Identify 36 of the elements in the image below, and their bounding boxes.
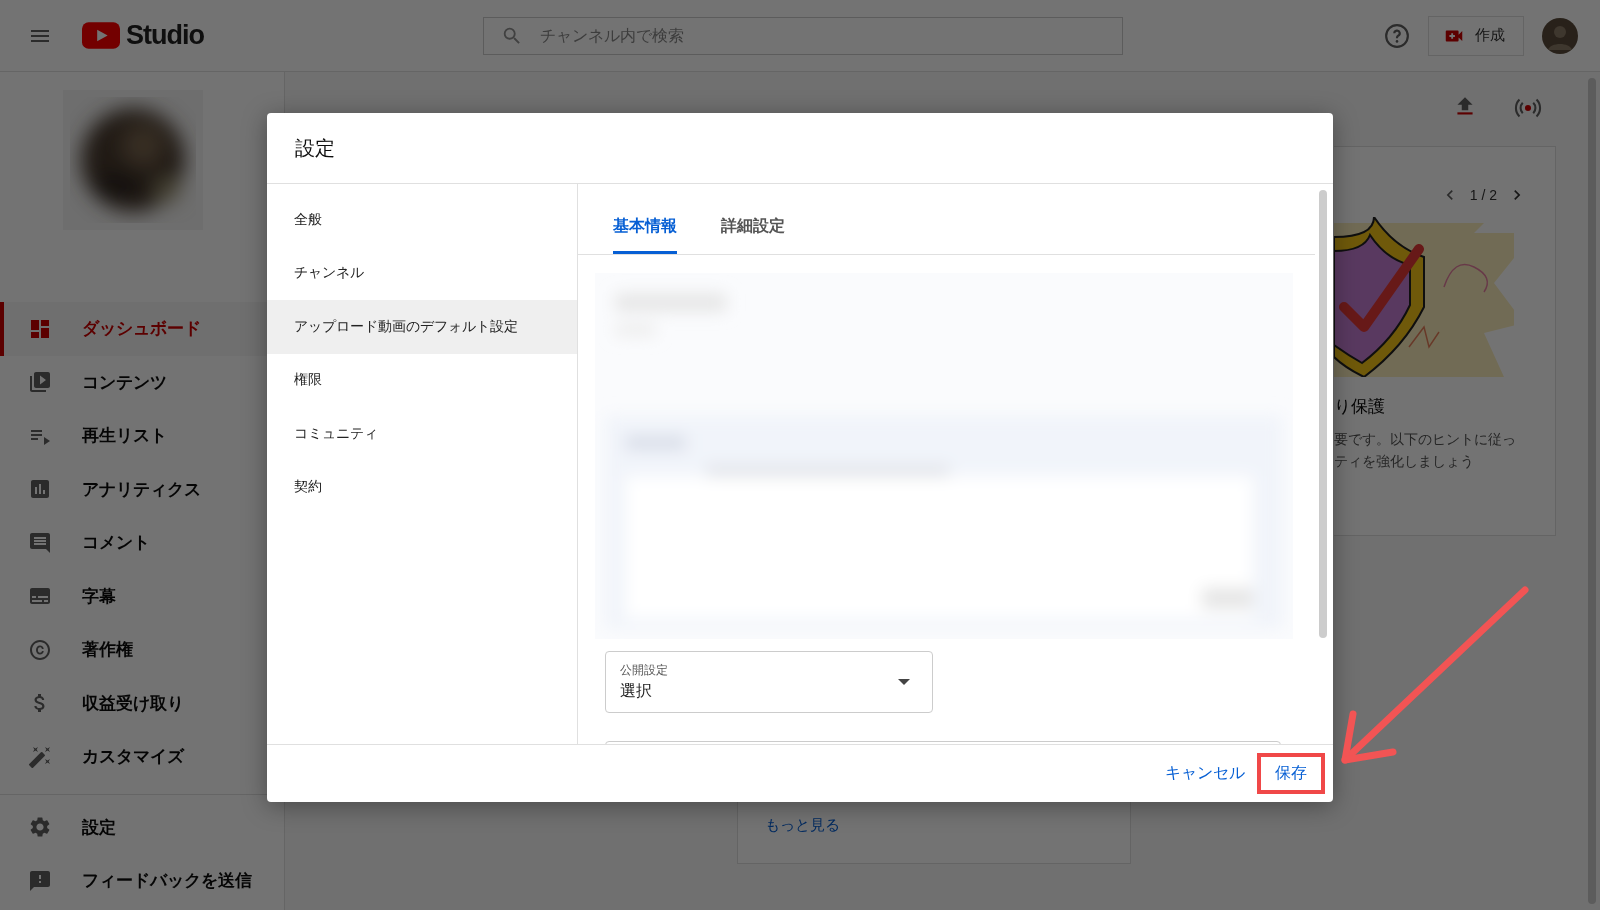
avatar[interactable]: [1542, 17, 1578, 54]
select-value: 選択: [620, 681, 653, 701]
create-button[interactable]: 作成: [1428, 15, 1524, 56]
sidebar-item[interactable]: カスタマイズ: [0, 730, 284, 784]
help-icon[interactable]: [1384, 22, 1410, 49]
sidebar-item[interactable]: 収益受け取り: [0, 676, 284, 730]
settings-nav-item[interactable]: チャンネル: [267, 246, 577, 300]
sidebar-item[interactable]: フィードバックを送信: [0, 854, 284, 908]
video-icon: [28, 370, 52, 395]
visibility-select[interactable]: 公開設定 選択: [605, 651, 933, 713]
cancel-button[interactable]: キャンセル: [1161, 757, 1249, 790]
tip-text: 要です。以下のヒントに従っ: [1334, 430, 1517, 449]
scrollbar[interactable]: [1319, 190, 1327, 638]
copyright-icon: [28, 637, 52, 662]
comment-icon: [28, 530, 52, 555]
sidebar-item[interactable]: コメント: [0, 516, 284, 570]
play-logo-icon[interactable]: [82, 22, 120, 49]
sidebar-item[interactable]: 著作権: [0, 623, 284, 677]
save-button[interactable]: 保存: [1257, 753, 1325, 794]
logo-text[interactable]: Studio: [126, 20, 204, 51]
tip-title: り保護: [1334, 396, 1386, 418]
dialog-title: 設定: [295, 135, 335, 161]
sidebar-item[interactable]: 設定: [0, 800, 284, 854]
dropdown-caret-icon: [898, 679, 910, 685]
settings-nav-item[interactable]: 全般: [267, 193, 577, 247]
settings-icon: [28, 815, 52, 840]
page-counter: 1 / 2: [1469, 187, 1497, 203]
tip-text: ティを強化しましょう: [1334, 452, 1475, 471]
sidebar-item[interactable]: 字幕: [0, 569, 284, 623]
magic-wand-icon: [28, 744, 52, 769]
settings-nav-item[interactable]: アップロード動画のデフォルト設定: [267, 300, 577, 354]
tab[interactable]: 基本情報: [613, 187, 677, 254]
more-link[interactable]: もっと見る: [765, 816, 840, 835]
feedback-icon: [28, 868, 52, 893]
select-label: 公開設定: [620, 662, 669, 679]
tab[interactable]: 詳細設定: [721, 187, 785, 254]
